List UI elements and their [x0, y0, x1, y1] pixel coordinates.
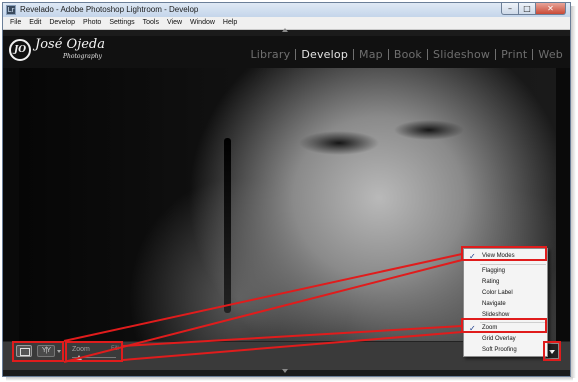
module-slideshow[interactable]: Slideshow: [428, 48, 495, 61]
menu-tools[interactable]: Tools: [139, 17, 163, 29]
logo-subtitle: Photography: [63, 53, 102, 60]
menu-item-rating[interactable]: Rating: [464, 277, 547, 288]
module-develop[interactable]: Develop: [296, 48, 353, 61]
menu-settings[interactable]: Settings: [105, 17, 138, 29]
collapse-top-panel-icon[interactable]: [282, 28, 288, 32]
module-print[interactable]: Print: [496, 48, 532, 61]
logo-badge: JO: [9, 39, 31, 61]
module-book[interactable]: Book: [389, 48, 427, 61]
menu-help[interactable]: Help: [219, 17, 241, 29]
minimize-button[interactable]: –: [501, 3, 519, 15]
menu-view[interactable]: View: [163, 17, 186, 29]
menu-divider: [480, 264, 546, 265]
menu-item-color-label[interactable]: Color Label: [464, 288, 547, 299]
menu-item-label: Navigate: [482, 301, 506, 307]
annotation-box-zoom-item: [461, 318, 547, 333]
menu-item-flagging[interactable]: Flagging: [464, 266, 547, 277]
module-map[interactable]: Map: [354, 48, 388, 61]
menu-item-label: Rating: [482, 279, 500, 285]
menu-photo[interactable]: Photo: [79, 17, 105, 29]
menu-develop[interactable]: Develop: [45, 17, 79, 29]
menu-item-label: Flagging: [482, 268, 506, 274]
annotation-box-dropdown-button: [543, 341, 561, 361]
menu-item-grid-overlay[interactable]: Grid Overlay: [464, 334, 547, 345]
module-picker: Library Develop Map Book Slideshow Print…: [245, 46, 568, 62]
window-shadow-bottom: [6, 377, 573, 381]
menu-item-label: Soft Proofing: [482, 347, 517, 353]
logo-name: José Ojeda: [35, 37, 105, 52]
window-title: Revelado - Adobe Photoshop Lightroom - D…: [20, 5, 199, 14]
identity-plate: JO José Ojeda Photography Library Develo…: [3, 36, 570, 68]
collapse-bottom-panel-icon[interactable]: [282, 369, 288, 373]
menu-item-label: Color Label: [482, 290, 513, 296]
title-bar[interactable]: Lr Revelado - Adobe Photoshop Lightroom …: [3, 3, 570, 17]
close-button[interactable]: ✕: [536, 3, 566, 15]
menu-item-navigate[interactable]: Navigate: [464, 299, 547, 310]
window-shadow-right: [571, 6, 576, 378]
menu-item-soft-proofing[interactable]: Soft Proofing: [464, 345, 547, 356]
lightroom-app-icon: Lr: [6, 5, 16, 15]
module-web[interactable]: Web: [533, 48, 568, 61]
toolbar-content-menu: ✓ View Modes Flagging Rating Color Label…: [463, 248, 548, 357]
menu-item-label: Grid Overlay: [482, 336, 516, 342]
annotation-box-zoom-tool: [65, 341, 123, 362]
window-controls: – □ ✕: [501, 3, 566, 16]
module-library[interactable]: Library: [245, 48, 295, 61]
maximize-button[interactable]: □: [519, 3, 536, 15]
menu-edit[interactable]: Edit: [25, 17, 45, 29]
annotation-box-view-modes-item: [461, 246, 547, 261]
menu-file[interactable]: File: [6, 17, 25, 29]
photo-hair-detail: [224, 138, 231, 313]
annotation-box-view-modes-tools: [12, 341, 64, 362]
menu-window[interactable]: Window: [186, 17, 219, 29]
